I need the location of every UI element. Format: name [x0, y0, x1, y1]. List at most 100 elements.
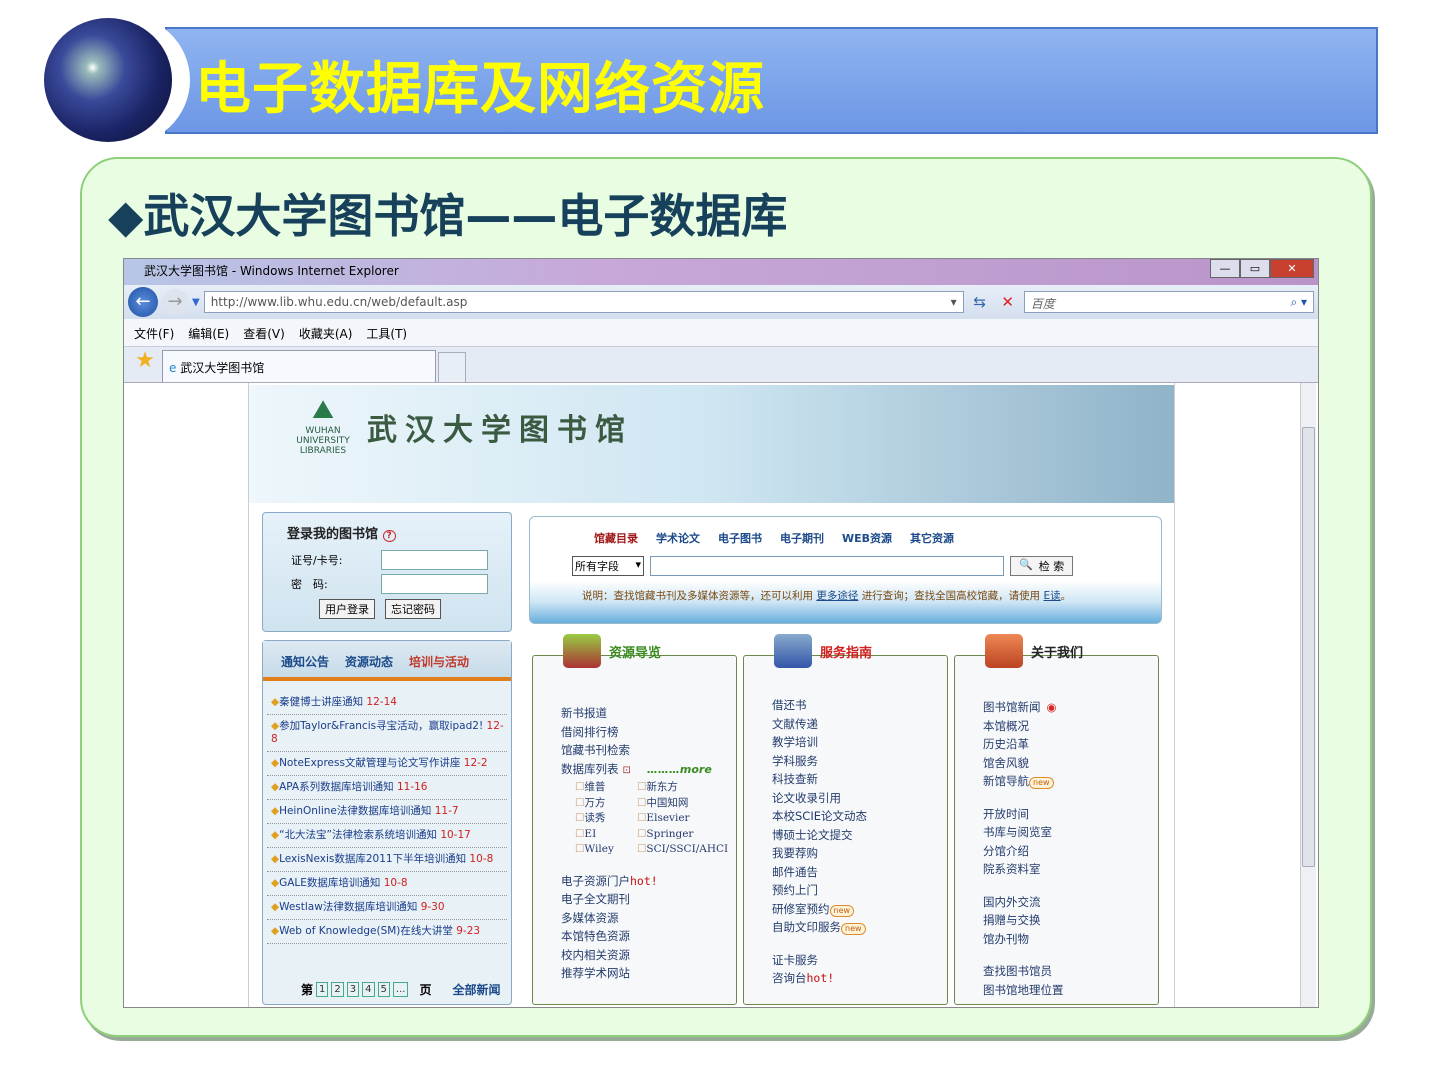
close-button[interactable]: ✕ [1270, 259, 1314, 278]
resource-link[interactable]: 新书报道 [561, 704, 736, 723]
database-checkbox[interactable]: ☐Wiley [575, 842, 637, 858]
e-resource-portal-link[interactable]: 电子资源门户hot! [561, 872, 736, 891]
database-checkbox[interactable]: ☐Elsevier [637, 811, 727, 827]
about-link[interactable]: 图书馆地理位置 [983, 981, 1158, 1000]
service-link[interactable]: 博硕士论文提交 [772, 826, 947, 845]
resource-link[interactable]: 本馆特色资源 [561, 927, 736, 946]
database-checkbox[interactable]: ☐万方 [575, 796, 637, 812]
minimize-button[interactable]: — [1210, 259, 1240, 278]
database-checkbox[interactable]: ☐中国知网 [637, 796, 727, 812]
page-2[interactable]: 2 [331, 982, 344, 997]
news-item[interactable]: ◆“北大法宝”法律检索系统培训通知 10-17 [267, 824, 507, 848]
about-link[interactable]: 本馆概况 [983, 717, 1158, 736]
news-item[interactable]: ◆Web of Knowledge(SM)在线大讲堂 9-23 [267, 920, 507, 944]
database-checkbox[interactable]: ☐读秀 [575, 811, 637, 827]
catalog-search-input[interactable] [650, 556, 1004, 576]
maximize-button[interactable]: ▭ [1240, 259, 1270, 278]
service-link[interactable]: 论文收录引用 [772, 789, 947, 808]
about-link[interactable]: 馆办刊物 [983, 930, 1158, 949]
tab-resource-updates[interactable]: 资源动态 [345, 653, 393, 677]
forward-button[interactable]: → [162, 289, 188, 315]
about-link[interactable]: 院系资料室 [983, 860, 1158, 879]
field-select[interactable]: 所有字段 ▾ [572, 556, 644, 576]
about-link[interactable]: 历史沿革 [983, 735, 1158, 754]
about-link[interactable]: 查找图书馆员 [983, 962, 1158, 981]
menu-tools[interactable]: 工具(T) [366, 325, 407, 341]
resource-link[interactable]: 电子全文期刊 [561, 890, 736, 909]
tab-notices[interactable]: 通知公告 [281, 653, 329, 677]
service-link[interactable]: 借还书 [772, 696, 947, 715]
about-link[interactable]: 新馆导航 new [983, 772, 1158, 791]
about-link[interactable]: 馆舍风貌 [983, 754, 1158, 773]
page-4[interactable]: 4 [362, 982, 375, 997]
service-link[interactable]: 邮件通告 [772, 863, 947, 882]
url-dropdown-icon[interactable]: ▾ [951, 295, 957, 309]
menu-edit[interactable]: 编辑(E) [188, 325, 229, 341]
search-button[interactable]: 🔍 检 索 [1010, 556, 1074, 576]
search-tab-ebooks[interactable]: 电子图书 [718, 530, 762, 546]
password-input[interactable] [381, 574, 488, 594]
news-item[interactable]: ◆Westlaw法律数据库培训通知 9-30 [267, 896, 507, 920]
resource-link[interactable]: 馆藏书刊检索 [561, 741, 736, 760]
expand-icon[interactable]: ⊡ [623, 765, 631, 776]
tab-training[interactable]: 培训与活动 [409, 653, 469, 677]
more-link[interactable]: ………more [647, 763, 712, 776]
e-read-link[interactable]: E读 [1044, 590, 1061, 602]
service-link[interactable]: 证卡服务 [772, 951, 947, 970]
history-dropdown-icon[interactable]: ▼ [192, 297, 200, 308]
service-link[interactable]: 预约上门 [772, 881, 947, 900]
database-checkbox[interactable]: ☐新东方 [637, 780, 727, 796]
back-button[interactable]: ← [128, 287, 158, 317]
database-list-link[interactable]: 数据库列表 [561, 762, 619, 776]
page-more[interactable]: ... [392, 982, 409, 997]
news-item[interactable]: ◆NoteExpress文献管理与论文写作讲座 12-2 [267, 752, 507, 776]
help-icon[interactable]: ? [382, 530, 396, 542]
page-1[interactable]: 1 [316, 982, 329, 997]
about-link[interactable]: 分馆介绍 [983, 842, 1158, 861]
database-checkbox[interactable]: ☐Springer [637, 827, 727, 843]
tab-library[interactable]: e 武汉大学图书馆 [162, 350, 436, 382]
search-tab-papers[interactable]: 学术论文 [656, 530, 700, 546]
service-link[interactable]: 教学培训 [772, 733, 947, 752]
service-link[interactable]: 我要荐购 [772, 844, 947, 863]
all-news-link[interactable]: 全部新闻 [452, 981, 500, 998]
resource-link[interactable]: 借阅排行榜 [561, 723, 736, 742]
page-3[interactable]: 3 [346, 982, 360, 997]
new-tab-button[interactable] [438, 352, 466, 382]
consult-link[interactable]: 咨询台hot! [772, 969, 947, 988]
url-input[interactable]: http://www.lib.whu.edu.cn/web/default.as… [203, 291, 964, 313]
menu-file[interactable]: 文件(F) [134, 325, 174, 341]
news-item[interactable]: ◆参加Taylor&Francis寻宝活动，赢取ipad2! 12-8 [267, 715, 507, 752]
vertical-scrollbar[interactable] [1300, 383, 1316, 1007]
page-5[interactable]: 5 [377, 982, 390, 997]
search-tab-ejournals[interactable]: 电子期刊 [780, 530, 824, 546]
menu-favorites[interactable]: 收藏夹(A) [299, 325, 353, 341]
search-tab-web[interactable]: WEB资源 [842, 530, 892, 546]
more-ways-link[interactable]: 更多途径 [816, 590, 858, 602]
about-link[interactable]: 捐赠与交换 [983, 911, 1158, 930]
about-link[interactable]: 书库与阅览室 [983, 823, 1158, 842]
search-tab-catalog[interactable]: 馆藏目录 [594, 530, 638, 546]
news-item[interactable]: ◆GALE数据库培训通知 10-8 [267, 872, 507, 896]
card-number-input[interactable] [381, 550, 488, 570]
menu-view[interactable]: 查看(V) [243, 325, 285, 341]
weibo-icon[interactable]: ◉ [1047, 700, 1057, 714]
forgot-password-button[interactable]: 忘记密码 [385, 599, 441, 619]
search-input[interactable]: 百度 ⌕ ▾ [1023, 291, 1314, 313]
database-checkbox[interactable]: ☐维普 [575, 780, 637, 796]
database-checkbox[interactable]: ☐EI [575, 827, 637, 843]
news-item[interactable]: ◆LexisNexis数据库2011下半年培训通知 10-8 [267, 848, 507, 872]
database-checkbox[interactable]: ☐SCI/SSCI/AHCI [637, 842, 728, 858]
about-link[interactable]: 国内外交流 [983, 893, 1158, 912]
scrollbar-thumb[interactable] [1302, 427, 1315, 867]
service-link[interactable]: 本校SCIE论文动态 [772, 807, 947, 826]
stop-icon[interactable]: ✕ [996, 293, 1020, 311]
about-link[interactable]: 开放时间 [983, 805, 1158, 824]
resource-link[interactable]: 推荐学术网站 [561, 964, 736, 983]
service-link[interactable]: 自助文印服务 new [772, 918, 947, 937]
login-button[interactable]: 用户登录 [319, 599, 375, 619]
service-link[interactable]: 科技查新 [772, 770, 947, 789]
refresh-icon[interactable]: ⇆ [968, 293, 992, 311]
service-link[interactable]: 学科服务 [772, 752, 947, 771]
resource-link[interactable]: 校内相关资源 [561, 946, 736, 965]
